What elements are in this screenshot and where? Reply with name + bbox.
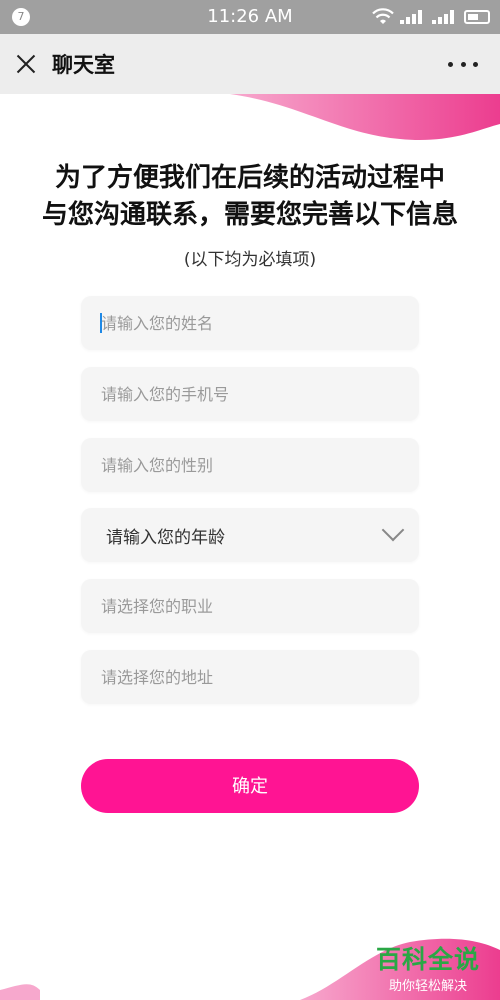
chevron-down-icon xyxy=(381,518,405,542)
watermark-title: 百科全说 xyxy=(375,945,480,974)
more-options-icon[interactable] xyxy=(448,62,478,68)
name-input[interactable] xyxy=(81,296,419,350)
top-wave-decoration xyxy=(230,94,500,141)
heading-line-1: 为了方便我们在后续的活动过程中 xyxy=(54,163,445,193)
title-bar: 聊天室 xyxy=(0,34,500,94)
address-field[interactable] xyxy=(81,650,419,704)
wifi-icon xyxy=(372,8,394,24)
watermark-logo: 百科全说 助你轻松解决 xyxy=(368,940,488,994)
gender-field[interactable] xyxy=(81,438,419,492)
name-field[interactable] xyxy=(81,296,419,350)
signal-icon-2 xyxy=(432,10,458,24)
submit-button[interactable]: 确定 xyxy=(81,759,419,813)
heading-line-2: 与您沟通联系，需要您完善以下信息 xyxy=(41,200,458,230)
job-field[interactable] xyxy=(81,579,419,633)
job-input[interactable] xyxy=(81,579,419,633)
gender-input[interactable] xyxy=(81,438,419,492)
close-icon[interactable] xyxy=(12,50,40,78)
signal-icon xyxy=(400,10,426,24)
status-icons xyxy=(372,7,490,27)
watermark-subtitle: 助你轻松解决 xyxy=(388,979,467,994)
phone-input[interactable] xyxy=(81,367,419,421)
required-note: (以下均为必填项) xyxy=(183,250,317,270)
age-select[interactable]: 请输入您的年龄 xyxy=(81,508,419,562)
phone-field[interactable] xyxy=(81,367,419,421)
text-cursor xyxy=(100,313,102,333)
address-input[interactable] xyxy=(81,650,419,704)
page-title: 聊天室 xyxy=(52,53,115,77)
battery-icon xyxy=(464,10,490,24)
age-select-label: 请输入您的年龄 xyxy=(106,528,225,548)
form-heading: 为了方便我们在后续的活动过程中 与您沟通联系，需要您完善以下信息 xyxy=(0,160,500,234)
status-bar: 7 11:26 AM xyxy=(0,0,500,34)
